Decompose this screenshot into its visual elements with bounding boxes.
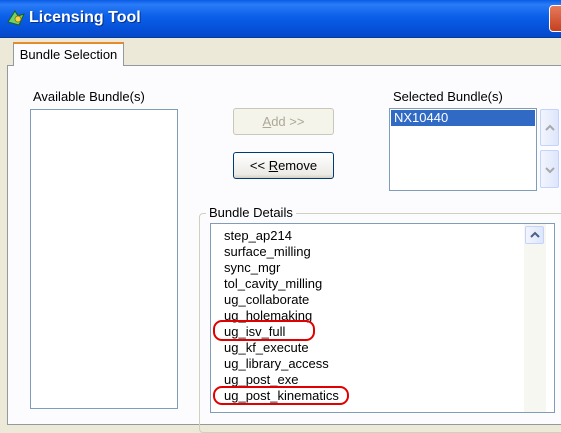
down-arrow-icon xyxy=(545,167,555,174)
remove-prefix: << xyxy=(249,158,269,173)
selected-bundle-item[interactable]: NX10440 xyxy=(391,110,535,126)
add-accel: A xyxy=(262,114,272,129)
detail-item[interactable]: tol_cavity_milling xyxy=(224,276,322,292)
detail-item[interactable]: ug_library_access xyxy=(224,356,329,372)
available-bundles-list[interactable] xyxy=(30,109,178,409)
up-arrow-icon xyxy=(530,231,540,238)
close-button[interactable] xyxy=(549,5,561,32)
selected-bundles-label: Selected Bundle(s) xyxy=(393,89,503,104)
move-down-button[interactable] xyxy=(540,150,559,188)
app-icon xyxy=(7,10,25,26)
available-bundles-label: Available Bundle(s) xyxy=(33,89,145,104)
details-scroll-up-button[interactable] xyxy=(525,226,544,244)
detail-item[interactable]: ug_kf_execute xyxy=(224,340,309,356)
tab-bundle-selection[interactable]: Bundle Selection xyxy=(13,42,124,66)
add-label: dd >> xyxy=(271,114,305,129)
annotation-circle-isv xyxy=(213,320,315,341)
detail-item[interactable]: sync_mgr xyxy=(224,260,280,276)
annotation-circle-post-kinematics xyxy=(213,386,349,405)
title-bar[interactable]: Licensing Tool xyxy=(0,0,561,38)
selected-bundles-list[interactable]: NX10440 xyxy=(389,108,537,191)
detail-item[interactable]: ug_collaborate xyxy=(224,292,309,308)
window-title: Licensing Tool xyxy=(29,9,141,26)
remove-label: emove xyxy=(278,158,318,173)
up-arrow-icon xyxy=(545,124,555,131)
detail-item[interactable]: surface_milling xyxy=(224,244,311,260)
window-client-area: Bundle Selection Available Bundle(s) Add… xyxy=(0,37,561,433)
move-up-button[interactable] xyxy=(540,109,559,146)
remove-accel: R xyxy=(268,158,279,173)
bundle-details-list[interactable]: step_ap214 surface_milling sync_mgr tol_… xyxy=(210,223,555,413)
detail-item[interactable]: step_ap214 xyxy=(224,228,292,244)
details-scrollbar[interactable] xyxy=(524,224,546,412)
add-button[interactable]: Add >> xyxy=(233,108,334,135)
remove-button[interactable]: << Remove xyxy=(233,152,334,179)
bundle-details-label: Bundle Details xyxy=(206,205,296,220)
